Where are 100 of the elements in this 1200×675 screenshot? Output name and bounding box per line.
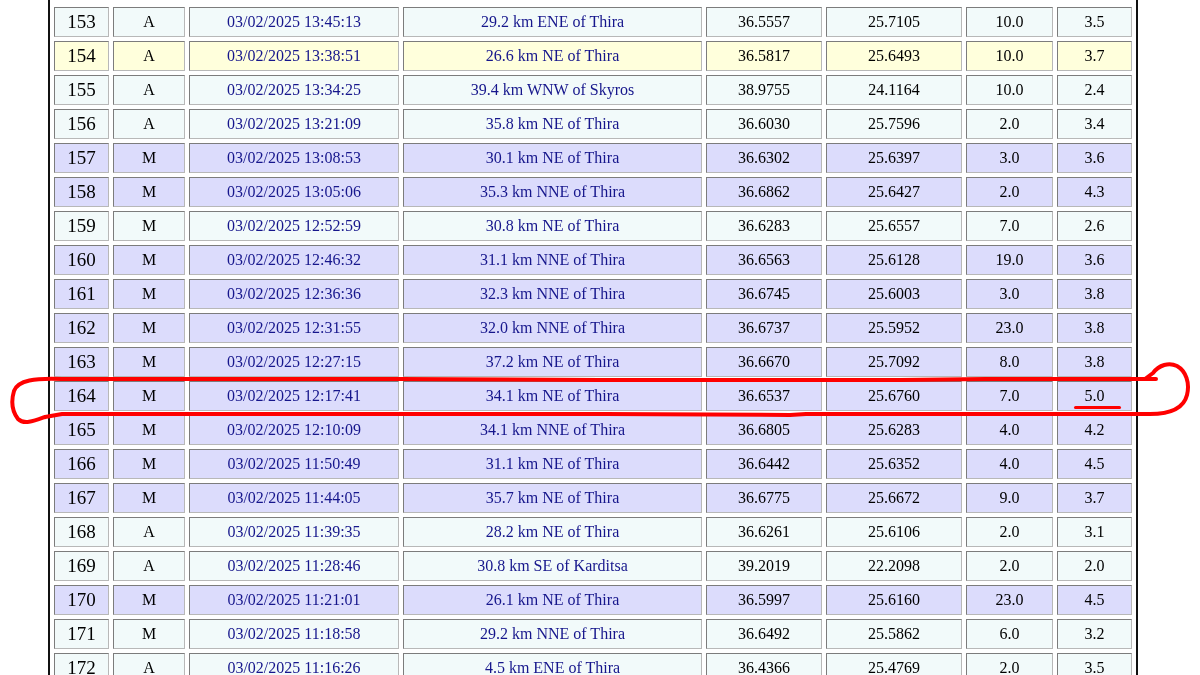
table-cell: A — [113, 109, 185, 139]
table-cell: 36.6775 — [706, 483, 822, 513]
table-cell: 9.0 — [966, 483, 1053, 513]
table-cell: 3.2 — [1057, 619, 1132, 649]
table-cell: 25.6160 — [826, 585, 962, 615]
table-cell: 2.4 — [1057, 75, 1132, 105]
table-cell: A — [113, 653, 185, 675]
table-cell: 8.0 — [966, 347, 1053, 377]
table-cell: 25.6352 — [826, 449, 962, 479]
table-cell: 35.7 km NE of Thira — [403, 483, 702, 513]
table-cell: M — [113, 313, 185, 343]
table-cell: 36.6030 — [706, 109, 822, 139]
table-cell: 25.6493 — [826, 41, 962, 71]
table-cell: 03/02/2025 11:50:49 — [189, 449, 399, 479]
table-cell: 30.8 km NE of Thira — [403, 211, 702, 241]
table-cell: 03/02/2025 13:21:09 — [189, 109, 399, 139]
table-cell: 3.6 — [1057, 143, 1132, 173]
table-cell: 36.6862 — [706, 177, 822, 207]
table-cell: 36.5817 — [706, 41, 822, 71]
table-cell: 36.6745 — [706, 279, 822, 309]
table-cell: 163 — [54, 347, 109, 377]
table-cell: 36.6805 — [706, 415, 822, 445]
table-cell: 03/02/2025 12:52:59 — [189, 211, 399, 241]
table-cell: 32.3 km NNE of Thira — [403, 279, 702, 309]
table-cell: A — [113, 551, 185, 581]
table-cell: 4.2 — [1057, 415, 1132, 445]
table-cell: 30.1 km NE of Thira — [403, 143, 702, 173]
table-cell: 3.0 — [966, 279, 1053, 309]
table-cell: 03/02/2025 12:31:55 — [189, 313, 399, 343]
table-cell: 169 — [54, 551, 109, 581]
table-cell: 25.6128 — [826, 245, 962, 275]
table-cell: 37.2 km NE of Thira — [403, 347, 702, 377]
table-cell: 3.6 — [1057, 245, 1132, 275]
table-cell: 29.2 km NNE of Thira — [403, 619, 702, 649]
table-cell: 25.6397 — [826, 143, 962, 173]
table-cell: 7.0 — [966, 211, 1053, 241]
table-cell: M — [113, 381, 185, 411]
table-cell: 153 — [54, 7, 109, 37]
table-cell: 36.6261 — [706, 517, 822, 547]
table-cell: 3.5 — [1057, 653, 1132, 675]
table-cell: 03/02/2025 12:46:32 — [189, 245, 399, 275]
table-cell: 3.8 — [1057, 279, 1132, 309]
table-cell: M — [113, 619, 185, 649]
table-cell: 172 — [54, 653, 109, 675]
table-cell: M — [113, 449, 185, 479]
table-cell: 4.3 — [1057, 177, 1132, 207]
table-cell: 25.6427 — [826, 177, 962, 207]
table-cell: 155 — [54, 75, 109, 105]
table-cell: 3.8 — [1057, 347, 1132, 377]
table-cell: 03/02/2025 12:27:15 — [189, 347, 399, 377]
table-cell: 156 — [54, 109, 109, 139]
table-cell: 167 — [54, 483, 109, 513]
table-cell: 34.1 km NE of Thira — [403, 381, 702, 411]
table-cell: 36.6442 — [706, 449, 822, 479]
table-cell: 03/02/2025 12:17:41 — [189, 381, 399, 411]
table-cell: 24.1164 — [826, 75, 962, 105]
table-cell: 03/02/2025 11:39:35 — [189, 517, 399, 547]
table-cell: M — [113, 585, 185, 615]
table-cell: 4.5 — [1057, 585, 1132, 615]
table-cell: 23.0 — [966, 313, 1053, 343]
table-cell: 161 — [54, 279, 109, 309]
table-cell: 22.2098 — [826, 551, 962, 581]
table-cell: 3.7 — [1057, 41, 1132, 71]
table-cell: 2.0 — [966, 517, 1053, 547]
table-cell: 26.1 km NE of Thira — [403, 585, 702, 615]
table-cell: 25.7596 — [826, 109, 962, 139]
table-cell: 168 — [54, 517, 109, 547]
table-cell: 2.0 — [1057, 551, 1132, 581]
table-cell: 36.6737 — [706, 313, 822, 343]
table-cell: M — [113, 245, 185, 275]
table-cell: A — [113, 75, 185, 105]
table-cell: M — [113, 211, 185, 241]
table-cell: 2.6 — [1057, 211, 1132, 241]
table-cell: 170 — [54, 585, 109, 615]
table-cell: 3.1 — [1057, 517, 1132, 547]
table-cell: 157 — [54, 143, 109, 173]
table-cell: 164 — [54, 381, 109, 411]
table-cell: 31.1 km NE of Thira — [403, 449, 702, 479]
table-cell: 25.7105 — [826, 7, 962, 37]
table-cell: A — [113, 517, 185, 547]
table-cell: 10.0 — [966, 7, 1053, 37]
table-cell: 38.9755 — [706, 75, 822, 105]
table-cell: 25.5952 — [826, 313, 962, 343]
table-cell: 23.0 — [966, 585, 1053, 615]
table-cell: 159 — [54, 211, 109, 241]
table-cell: 03/02/2025 13:34:25 — [189, 75, 399, 105]
table-cell: 36.4366 — [706, 653, 822, 675]
table-cell: 36.5997 — [706, 585, 822, 615]
table-cell: 35.3 km NNE of Thira — [403, 177, 702, 207]
table-cell: M — [113, 415, 185, 445]
table-cell: 29.2 km ENE of Thira — [403, 7, 702, 37]
table-cell: 32.0 km NNE of Thira — [403, 313, 702, 343]
table-cell: A — [113, 7, 185, 37]
table-cell: 34.1 km NNE of Thira — [403, 415, 702, 445]
table-cell: 36.5557 — [706, 7, 822, 37]
table-cell: 162 — [54, 313, 109, 343]
table-cell: 25.6106 — [826, 517, 962, 547]
table-cell: 39.4 km WNW of Skyros — [403, 75, 702, 105]
table-cell: 2.0 — [966, 177, 1053, 207]
table-cell: 3.8 — [1057, 313, 1132, 343]
